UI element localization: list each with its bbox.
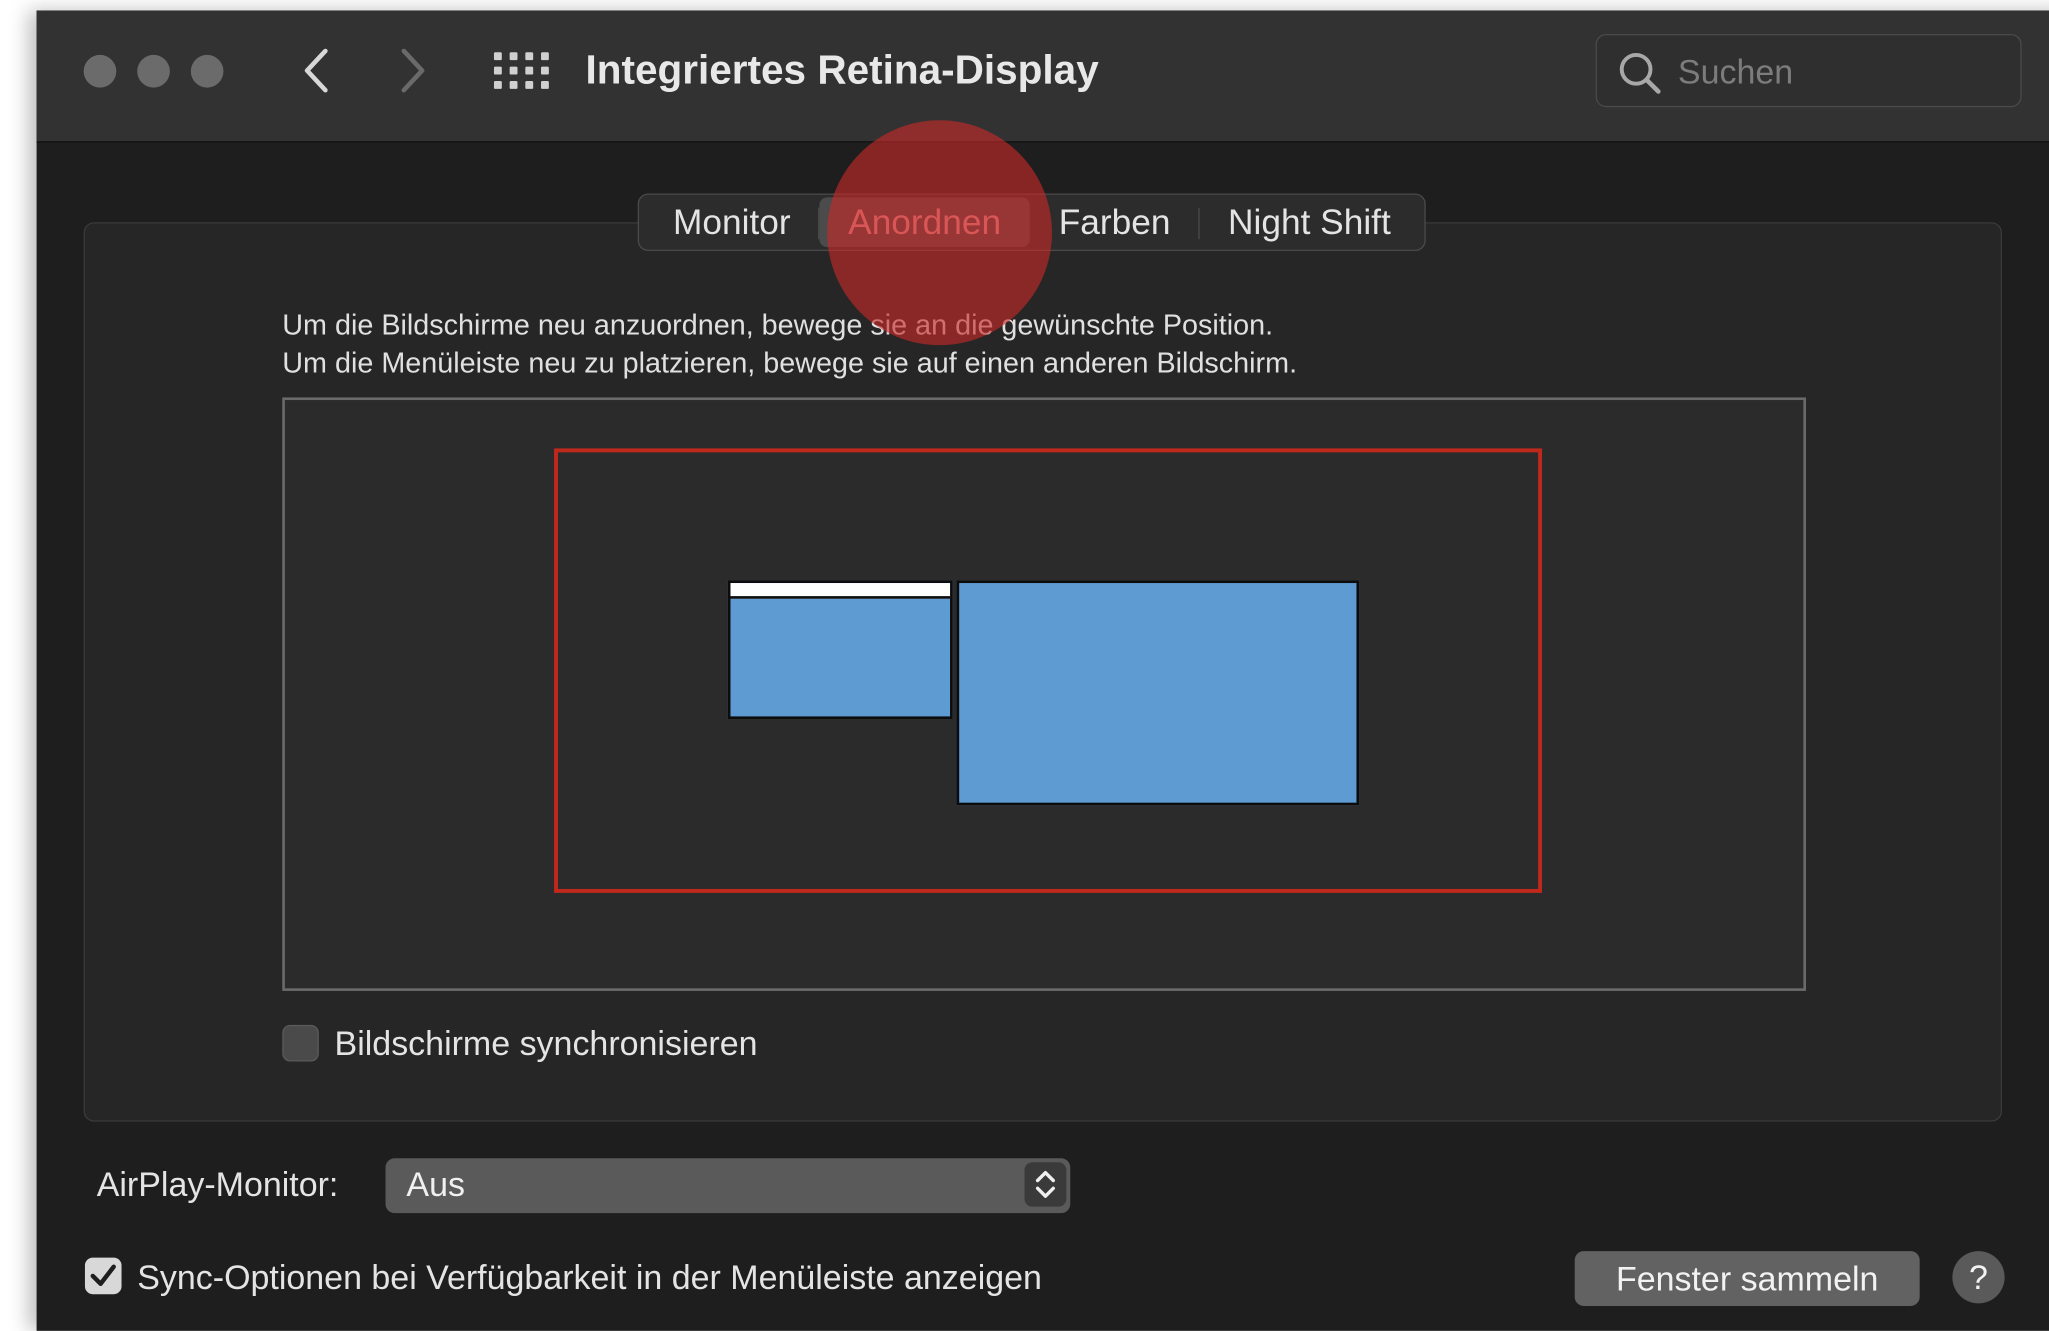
preferences-window: Integriertes Retina-Display Monitor Anor… [36, 10, 2049, 1331]
zoom-window-button[interactable] [190, 54, 224, 88]
stage: Integriertes Retina-Display Monitor Anor… [0, 0, 2049, 1331]
magnifier-icon [1619, 52, 1661, 94]
show-all-button[interactable] [493, 50, 551, 97]
tab-anordnen[interactable]: Anordnen [819, 197, 1030, 248]
instruction-line-2: Um die Menüleiste neu zu platzieren, bew… [282, 346, 1298, 380]
tab-farben[interactable]: Farben [1030, 197, 1199, 247]
instruction-line-1: Um die Bildschirme neu anzuordnen, beweg… [282, 308, 1274, 342]
checkmark-icon [90, 1264, 116, 1286]
grid-icon [493, 52, 502, 61]
search-field[interactable] [1595, 33, 2022, 108]
back-button[interactable] [290, 42, 342, 100]
mirror-displays-checkbox[interactable] [282, 1024, 319, 1062]
chevron-left-icon [304, 48, 328, 93]
airplay-popup[interactable]: Aus [385, 1158, 1071, 1214]
display-builtin[interactable] [727, 580, 953, 720]
up-down-chevron-icon [1024, 1162, 1067, 1207]
display-external[interactable] [956, 580, 1360, 806]
search-input[interactable] [1675, 45, 2008, 99]
airplay-value: Aus [406, 1164, 465, 1205]
mirror-displays-label: Bildschirme synchronisieren [334, 1023, 758, 1063]
menu-bar-indicator[interactable] [730, 583, 951, 599]
sync-options-checkbox[interactable] [84, 1257, 122, 1295]
tab-monitor[interactable]: Monitor [644, 197, 820, 247]
tab-night-shift[interactable]: Night Shift [1199, 197, 1419, 247]
minimize-window-button[interactable] [137, 54, 170, 88]
airplay-label: AirPlay-Monitor: [96, 1164, 339, 1205]
close-window-button[interactable] [83, 54, 117, 88]
forward-button[interactable] [387, 42, 439, 100]
sync-options-label: Sync-Optionen bei Verfügbarkeit in der M… [137, 1257, 1042, 1297]
window-title: Integriertes Retina-Display [585, 47, 1099, 93]
chevron-right-icon [401, 48, 425, 93]
gather-windows-button[interactable]: Fenster sammeln [1574, 1251, 1920, 1306]
help-button[interactable]: ? [1952, 1251, 2005, 1304]
tab-bar: Monitor Anordnen Farben Night Shift [637, 193, 1427, 252]
title-bar: Integriertes Retina-Display [36, 10, 2049, 143]
